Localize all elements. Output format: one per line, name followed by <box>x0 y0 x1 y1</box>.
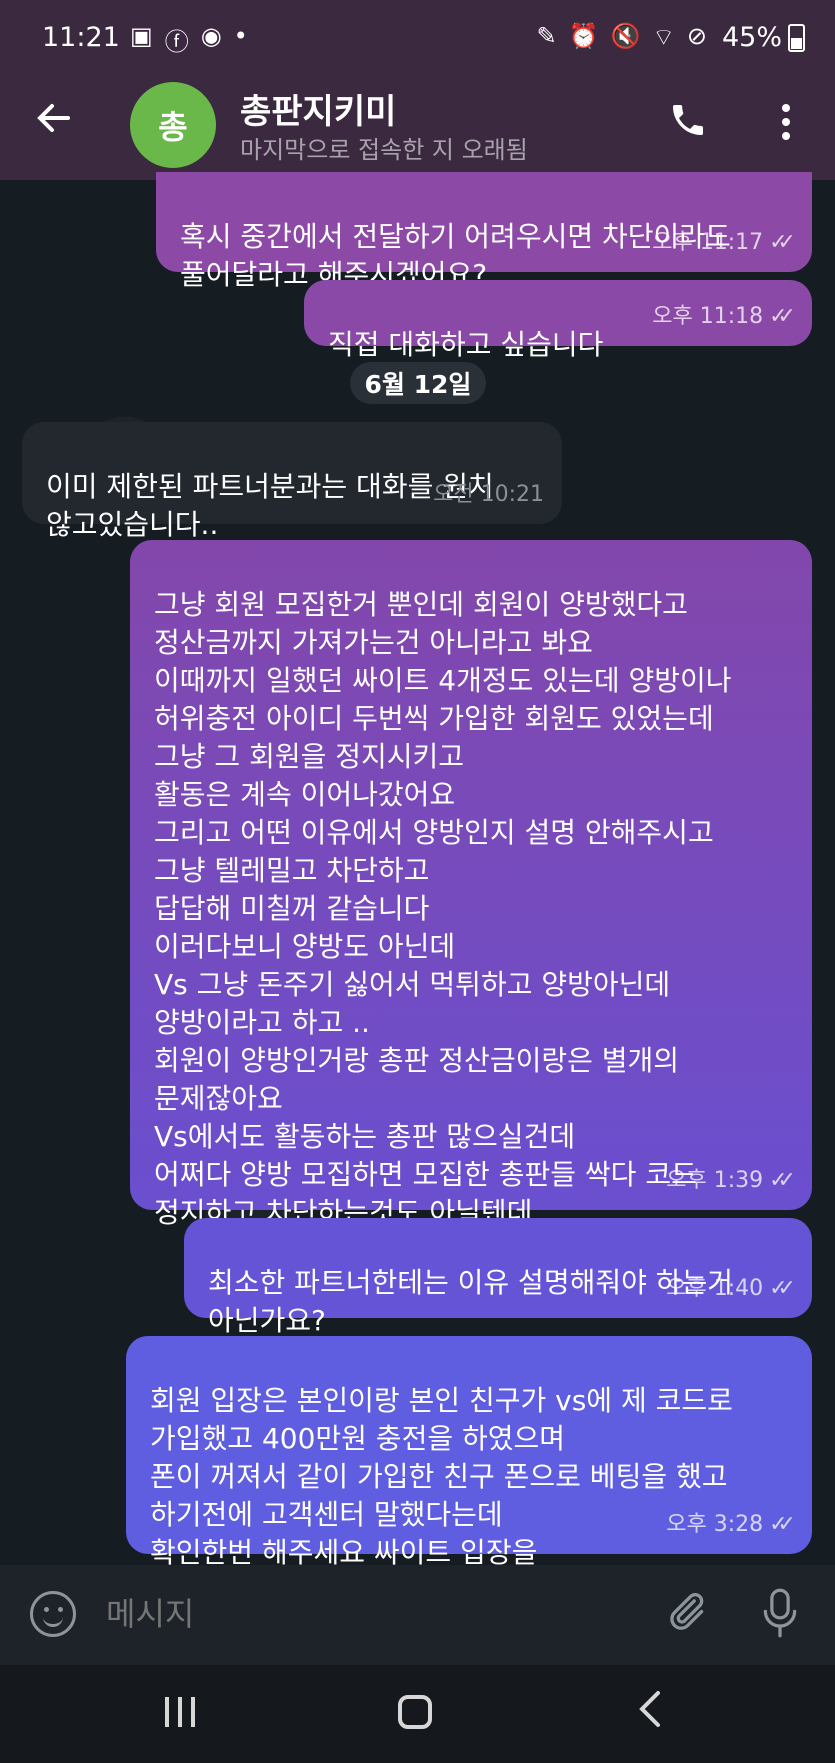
more-options-icon[interactable] <box>776 100 796 144</box>
double-check-icon: ✓✓ <box>769 1168 796 1193</box>
message-text: 회원 입장은 본인이랑 본인 친구가 vs에 제 코드로 가입했고 400만원 … <box>150 1384 733 1569</box>
double-check-icon: ✓✓ <box>769 1512 796 1537</box>
double-check-icon: ✓✓ <box>769 304 796 329</box>
battery-icon <box>788 23 805 52</box>
message-bubble-outgoing[interactable]: 그냥 회원 모집한거 뿐인데 회원이 양방했다고 정산금까지 가져가는건 아니라… <box>130 540 812 1229</box>
message-composer <box>0 1565 835 1665</box>
message-meta: 오후 1:40 ✓✓ <box>666 1270 796 1308</box>
alarm-icon: ⏰ <box>568 22 599 50</box>
facebook-icon: ⓕ <box>164 28 189 56</box>
notification-icons: ▣ ⓕ ◉ • <box>130 22 248 57</box>
message-text: 직접 대화하고 싶습니다 <box>328 328 604 361</box>
message-bubble-outgoing[interactable]: 혹시 중간에서 전달하기 어려우시면 차단이라도 풀어달라고 해주시겠어요? 오… <box>156 172 812 291</box>
chat-header: 총 총판지키미 마지막으로 접속한 지 오래됨 <box>0 78 835 180</box>
message-meta: 오전 10:21 <box>433 476 544 514</box>
back-arrow-icon[interactable] <box>34 98 78 142</box>
recent-apps-icon[interactable] <box>165 1697 195 1727</box>
double-check-icon: ✓✓ <box>769 230 796 255</box>
message-meta: 오후 11:18 ✓✓ <box>652 298 796 336</box>
message-time: 오후 11:18 <box>652 304 764 329</box>
status-time: 11:21 <box>42 22 120 53</box>
message-bubble-incoming[interactable]: 이미 제한된 파트너분과는 대화를 원치 않고있습니다.. 오전 10:21 <box>22 422 562 541</box>
mute-icon: 🔇 <box>610 22 641 50</box>
message-bubble-outgoing[interactable]: 회원 입장은 본인이랑 본인 친구가 vs에 제 코드로 가입했고 400만원 … <box>126 1336 812 1569</box>
message-time: 오후 11:17 <box>652 230 764 255</box>
home-icon[interactable] <box>398 1695 432 1729</box>
message-bubble-outgoing[interactable]: 직접 대화하고 싶습니다 오후 11:18 ✓✓ <box>304 280 812 361</box>
phone-call-icon[interactable] <box>668 100 712 144</box>
message-meta: 오후 1:39 ✓✓ <box>666 1162 796 1200</box>
system-navigation-bar <box>0 1665 835 1763</box>
kakaotalk-icon: ◉ <box>200 22 222 50</box>
system-icons: ✎ ⏰ 🔇 ⌔ ⊘ <box>536 22 707 52</box>
message-meta: 오후 11:17 ✓✓ <box>652 224 796 262</box>
message-meta: 오후 3:28 ✓✓ <box>666 1506 796 1544</box>
message-time: 오후 1:40 <box>666 1276 764 1301</box>
nav-back-icon[interactable] <box>636 1689 666 1739</box>
message-bubble-outgoing[interactable]: 최소한 파트너한테는 이유 설명해줘야 하는거 아닌가요? 오후 1:40 ✓✓ <box>184 1218 812 1337</box>
message-time: 오후 3:28 <box>666 1512 764 1537</box>
battery-percent: 45% <box>721 22 782 53</box>
message-text: 그냥 회원 모집한거 뿐인데 회원이 양방했다고 정산금까지 가져가는건 아니라… <box>154 588 732 1229</box>
dnd-icon: ⊘ <box>686 22 707 50</box>
edit-icon: ✎ <box>536 22 557 50</box>
message-time: 오후 1:39 <box>666 1168 764 1193</box>
date-separator: 6월 12일 <box>350 362 486 404</box>
chat-title[interactable]: 총판지키미 <box>240 84 396 133</box>
double-check-icon: ✓✓ <box>769 1276 796 1301</box>
microphone-icon[interactable] <box>760 1587 800 1643</box>
avatar-letter: 총 <box>158 108 188 146</box>
gallery-icon: ▣ <box>130 22 153 50</box>
last-seen-status: 마지막으로 접속한 지 오래됨 <box>240 136 528 164</box>
avatar[interactable]: 총 <box>130 82 216 168</box>
emoji-icon[interactable] <box>30 1591 76 1637</box>
status-bar: 11:21 ▣ ⓕ ◉ • ✎ ⏰ 🔇 ⌔ ⊘ 45% <box>0 0 835 78</box>
message-time: 오전 10:21 <box>433 482 544 507</box>
message-input[interactable] <box>104 1595 628 1634</box>
dot-icon: • <box>233 22 248 50</box>
paperclip-icon[interactable] <box>664 1589 708 1643</box>
wifi-icon: ⌔ <box>652 23 675 51</box>
battery-indicator: 45% <box>722 22 805 53</box>
